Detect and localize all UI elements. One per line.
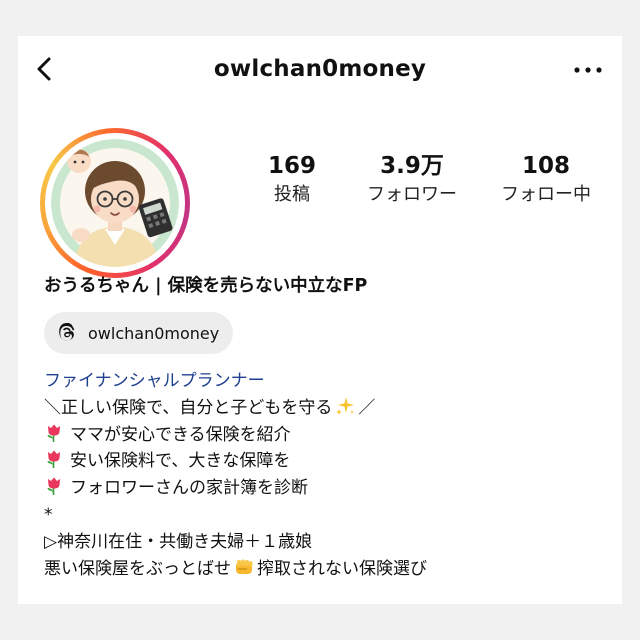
threads-link-chip[interactable]: owlchan0money [44,312,234,354]
header-username: owlchan0money [213,56,427,82]
stat-posts-value: 169 [267,153,316,179]
bio-tagline-text: ＼正しい保険で、自分と子どもを守る [44,397,333,418]
story-ring[interactable] [40,128,190,278]
bio-item-3-text: フォロワーさんの家計簿を診断 [70,478,308,499]
stat-following[interactable]: 108 フォロー中 [486,152,606,210]
sparkles-icon [336,396,355,415]
threads-icon [59,323,75,341]
bio-line-last: 悪い保険屋をぶっとばせ 搾取されない保険選び [44,556,614,583]
top-bar: owlchan0money [18,36,622,102]
stat-followers-value: 3.9万 [380,153,444,179]
bio-line-item-1: ママが安心できる保険を紹介 [44,422,614,449]
bio-separator: * [44,504,53,525]
stat-followers-label: フォロワー [367,184,457,205]
bio-tagline-end: ／ [358,397,376,418]
stat-posts[interactable]: 169 投稿 [232,152,352,210]
stat-following-value: 108 [521,153,570,179]
stat-posts-label: 投稿 [274,184,310,205]
bio-line-item-2: 安い保険料で、大きな保障を [44,448,614,475]
fist-icon [236,559,253,574]
display-name: おうるちゃん | 保険を売らない中立なFP [44,276,368,296]
bio-line-item-3: フォロワーさんの家計簿を診断 [44,475,614,502]
avatar-illustration [51,139,179,267]
bio-last-text-a: 悪い保険屋をぶっとばせ [44,558,231,579]
more-options-button[interactable] [572,62,604,76]
bio-line-location: ▷神奈川在住・共働き夫婦＋１歳娘 [44,531,313,552]
tulip-icon [47,477,60,496]
bio-last-text-b: 搾取されない保険選び [257,558,427,579]
tulip-icon [47,424,60,442]
tulip-icon [47,450,60,469]
stat-following-label: フォロー中 [501,184,591,205]
more-horizontal-icon [574,67,602,73]
bio-line-tagline: ＼正しい保険で、自分と子どもを守る ／ [44,395,614,422]
avatar[interactable] [51,139,179,267]
profile-category: ファイナンシャルプランナー [44,371,265,391]
bio: ファイナンシャルプランナー ＼正しい保険で、自分と子どもを守る ／ ママが安心で… [44,368,614,582]
bio-item-1-text: ママが安心できる保険を紹介 [70,424,291,445]
threads-handle: owlchan0money [88,323,220,343]
profile-card: owlchan0money 169 投稿 3.9万 フォロワー 108 フォロー… [18,36,622,604]
stat-followers[interactable]: 3.9万 フォロワー [352,152,472,210]
bio-item-2-text: 安い保険料で、大きな保障を [70,451,291,472]
